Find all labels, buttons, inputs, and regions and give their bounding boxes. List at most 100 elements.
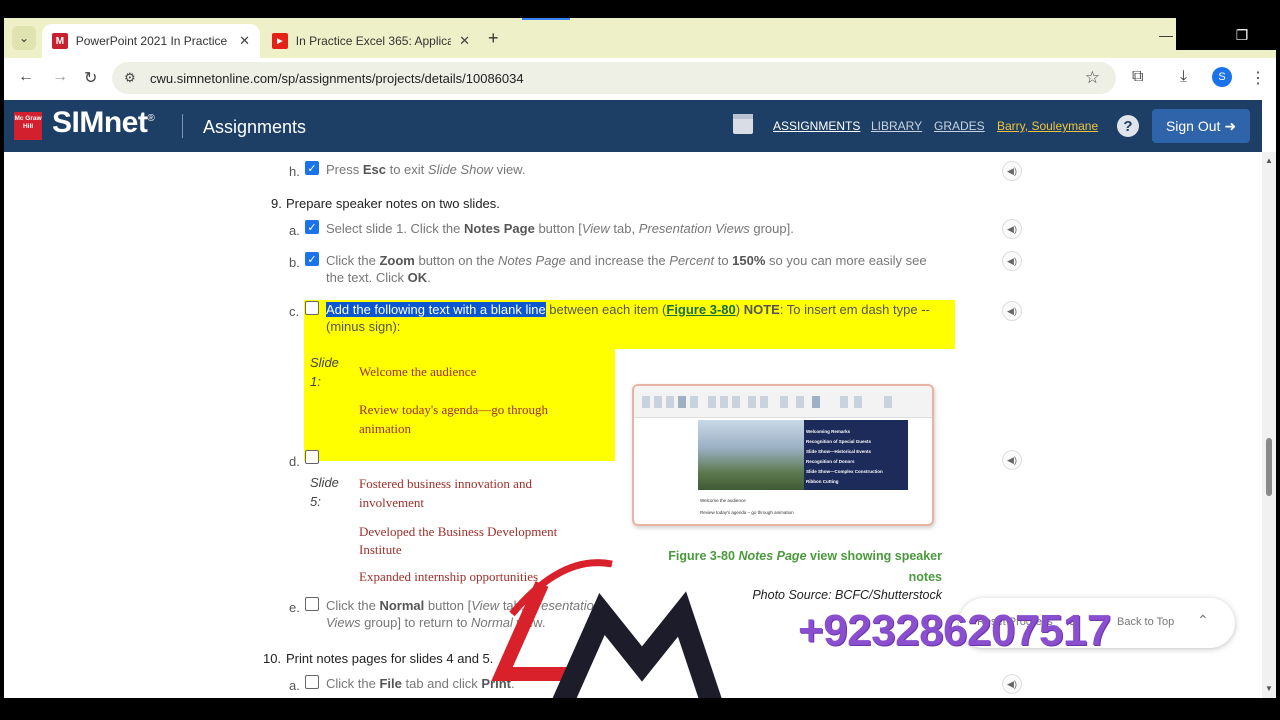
- slide-label: Slide: [310, 355, 339, 370]
- reload-icon[interactable]: ↻: [84, 68, 97, 88]
- tab-powerpoint[interactable]: M PowerPoint 2021 In Practice - C ✕: [42, 24, 260, 58]
- sign-out-label: Sign Out: [1165, 118, 1221, 134]
- close-icon[interactable]: ✕: [239, 33, 250, 49]
- note-item: Welcome the audience: [359, 364, 477, 379]
- sign-out-arrow-icon: ➜: [1224, 117, 1237, 134]
- new-tab-button[interactable]: +: [488, 28, 499, 49]
- slide-bullet-panel: Welcoming Remarks Recognition of Special…: [804, 420, 908, 490]
- watermark-logo-icon: [491, 559, 722, 698]
- audio-speaker-icon[interactable]: ◀): [1002, 674, 1022, 694]
- user-name-link[interactable]: Barry, Souleymane: [997, 119, 1098, 133]
- mcgraw-hill-logo: Mc Graw Hill: [14, 112, 42, 140]
- nav-grades[interactable]: GRADES: [934, 119, 985, 133]
- brand-text: SIMnet: [52, 106, 148, 139]
- note-item: Review today's agenda—go through: [359, 402, 548, 417]
- page-scrollbar[interactable]: ▲ ▼: [1262, 152, 1276, 698]
- slide-bullet: Welcoming Remarks: [806, 429, 851, 434]
- step-checkbox[interactable]: [305, 675, 319, 689]
- building-photo: [698, 420, 804, 490]
- registered-mark: ®: [147, 113, 155, 124]
- figure-thumbnail[interactable]: Welcoming Remarks Recognition of Special…: [632, 384, 934, 526]
- note-item: animation: [359, 421, 411, 436]
- assignment-instructions: h. ✓ Press Esc to exit Slide Show view. …: [4, 152, 1262, 698]
- step-letter: h.: [289, 164, 300, 179]
- step-text: Press Esc to exit Slide Show view.: [326, 162, 526, 177]
- scroll-up-icon[interactable]: ▲: [1265, 156, 1273, 165]
- ribbon-icon: [840, 396, 848, 408]
- step-checkbox[interactable]: [305, 597, 319, 611]
- note-item: Institute: [359, 542, 402, 557]
- ribbon-icon: [678, 396, 686, 408]
- ribbon-icon: [654, 396, 662, 408]
- help-icon[interactable]: ?: [1117, 115, 1139, 137]
- step-checkbox[interactable]: [305, 450, 319, 464]
- slide-bullet: Recognition of Special Guests: [806, 439, 872, 444]
- simnet-logo[interactable]: SIMnet®: [52, 106, 155, 140]
- step-text-line2: the text. Click OK.: [326, 270, 431, 285]
- slide-bullet: Slide Show—Historical Events: [806, 449, 872, 454]
- notes-line: Review today's agenda – go through anima…: [700, 510, 794, 515]
- sign-out-button[interactable]: Sign Out ➜: [1152, 109, 1250, 143]
- ribbon-icon: [708, 396, 716, 408]
- close-icon[interactable]: ✕: [459, 33, 470, 49]
- back-to-top-button[interactable]: Back to Top: [1117, 616, 1174, 628]
- forward-arrow-icon[interactable]: →: [52, 68, 68, 86]
- kebab-menu-icon[interactable]: ⋮: [1250, 68, 1266, 88]
- step-text: Add the following text with a blank line…: [326, 302, 930, 317]
- ribbon-icon: [732, 396, 740, 408]
- nav-assignments[interactable]: ASSIGNMENTS: [773, 119, 860, 133]
- step-checkbox[interactable]: ✓: [305, 252, 319, 266]
- omnibox[interactable]: ⚙ cwu.simnetonline.com/sp/assignments/pr…: [112, 62, 1116, 94]
- note-item: involvement: [359, 495, 424, 510]
- ribbon-icon: [748, 396, 756, 408]
- audio-speaker-icon[interactable]: ◀): [1002, 219, 1022, 239]
- ribbon-icon: [720, 396, 728, 408]
- tab-search-dropdown[interactable]: ⌄: [12, 26, 36, 50]
- figure-link[interactable]: Figure 3-80: [666, 302, 735, 317]
- step-number: 10.: [263, 651, 282, 666]
- profile-avatar[interactable]: S: [1212, 67, 1232, 87]
- checkmark-icon: ✓: [307, 253, 317, 266]
- audio-speaker-icon[interactable]: ◀): [1002, 450, 1022, 470]
- ribbon-preview: [634, 386, 932, 418]
- step-text: Select slide 1. Click the Notes Page but…: [326, 221, 794, 236]
- browser-window: ⌄ M PowerPoint 2021 In Practice - C ✕ ▶ …: [4, 18, 1276, 698]
- url-text[interactable]: cwu.simnetonline.com/sp/assignments/proj…: [150, 71, 524, 86]
- site-settings-icon[interactable]: ⚙: [124, 70, 136, 86]
- step-checkbox[interactable]: ✓: [305, 161, 319, 175]
- step-letter: e.: [289, 600, 300, 615]
- checkmark-icon: ✓: [307, 221, 317, 234]
- bookmark-star-icon[interactable]: ☆: [1085, 68, 1100, 88]
- audio-speaker-icon[interactable]: ◀): [1002, 301, 1022, 321]
- audio-speaker-icon[interactable]: ◀): [1002, 251, 1022, 271]
- nav-library[interactable]: LIBRARY: [871, 119, 922, 133]
- tab-title: In Practice Excel 365: Applicatio: [295, 34, 452, 48]
- download-icon[interactable]: ⤓: [1180, 68, 1187, 86]
- step-checkbox[interactable]: ✓: [305, 220, 319, 234]
- extensions-icon[interactable]: ⧉: [1132, 68, 1143, 86]
- step-title: Print notes pages for slides 4 and 5.: [286, 651, 494, 666]
- simnet-header: Mc Graw Hill SIMnet® Assignments ASSIGNM…: [4, 100, 1262, 152]
- slide-bullet: Recognition of Donors: [806, 459, 855, 464]
- arrow-up-icon[interactable]: ⌃: [1197, 612, 1209, 629]
- step-letter: d.: [289, 454, 300, 469]
- restore-icon[interactable]: ❐: [1230, 18, 1254, 52]
- step-title: Prepare speaker notes on two slides.: [286, 196, 500, 211]
- tab-excel-video[interactable]: ▶ In Practice Excel 365: Applicatio ✕: [262, 24, 480, 58]
- calendar-icon[interactable]: [733, 114, 753, 134]
- scroll-down-icon[interactable]: ▼: [1265, 684, 1273, 693]
- scroll-thumb[interactable]: [1266, 438, 1272, 496]
- note-item: Developed the Business Development: [359, 524, 558, 539]
- step-checkbox[interactable]: [305, 301, 319, 315]
- minimize-icon[interactable]: —: [1156, 18, 1176, 52]
- ribbon-icon: [690, 396, 698, 408]
- audio-speaker-icon[interactable]: ◀): [1002, 161, 1022, 181]
- mcgraw-favicon-icon: M: [52, 33, 68, 49]
- loading-indicator: [522, 18, 570, 20]
- step-letter: a.: [289, 223, 300, 238]
- ribbon-icon: [666, 396, 674, 408]
- step-letter: c.: [289, 304, 300, 319]
- slide-preview: Welcoming Remarks Recognition of Special…: [698, 420, 908, 490]
- checkmark-icon: ✓: [307, 162, 317, 175]
- back-arrow-icon[interactable]: ←: [18, 68, 34, 86]
